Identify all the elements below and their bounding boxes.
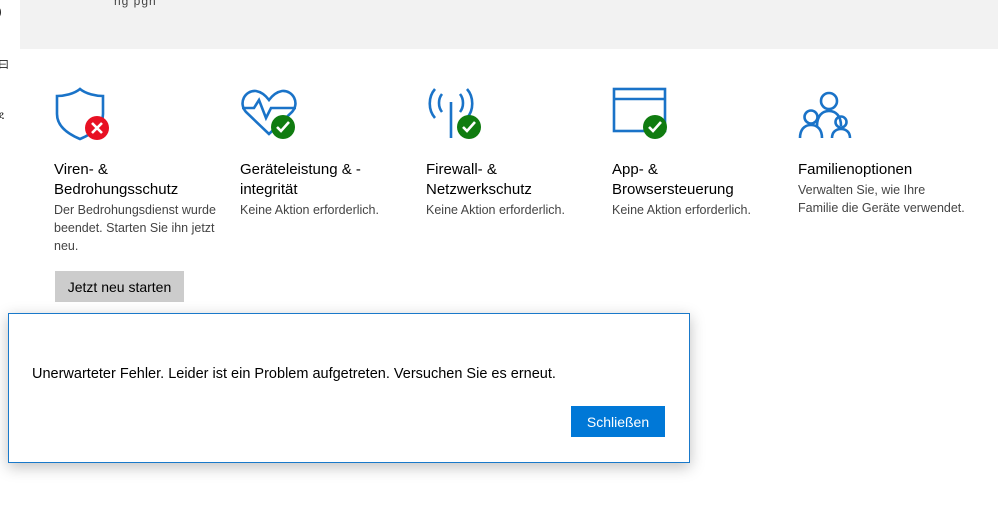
tile-description: Der Bedrohungsdienst wurde beendet. Star… (54, 203, 216, 253)
tile-device-performance[interactable]: Geräteleistung & -integrität Keine Aktio… (240, 86, 410, 219)
shield-icon (54, 86, 114, 142)
tile-description: Keine Aktion erforderlich. (612, 203, 751, 217)
tile-firewall-network[interactable]: Firewall- & Netzwerkschutz Keine Aktion … (426, 86, 596, 219)
nav-glyph[interactable]: ደ (0, 110, 4, 123)
restart-now-button[interactable]: Jetzt neu starten (55, 271, 184, 302)
tile-title: Firewall- & Netzwerkschutz (426, 161, 532, 198)
error-dialog: Unerwarteter Fehler. Leider ist ein Prob… (8, 313, 690, 463)
header-band: ng pgh (20, 0, 998, 49)
tile-title: Viren- & Bedrohungsschutz (54, 161, 179, 198)
heart-pulse-icon (240, 86, 300, 142)
error-message: Unerwarteter Fehler. Leider ist ein Prob… (32, 366, 556, 382)
browser-window-icon (612, 86, 672, 142)
tile-description: Keine Aktion erforderlich. (426, 203, 565, 217)
tile-virus-threat-protection[interactable]: Viren- & Bedrohungsschutz Der Bedrohungs… (54, 86, 224, 255)
tile-description: Keine Aktion erforderlich. (240, 203, 379, 217)
antenna-icon (426, 86, 486, 142)
nav-glyph[interactable]: ) (0, 6, 2, 18)
tile-title: App- & Browsersteuerung (612, 161, 734, 198)
tile-app-browser-control[interactable]: App- & Browsersteuerung Keine Aktion erf… (612, 86, 782, 219)
tile-description: Verwalten Sie, wie Ihre Familie die Gerä… (798, 183, 965, 215)
tile-title: Geräteleistung & -integrität (240, 161, 361, 198)
close-button[interactable]: Schließen (571, 406, 665, 437)
tile-family-options[interactable]: Familienoptionen Verwalten Sie, wie Ihre… (798, 86, 968, 217)
error-x-icon (85, 116, 109, 140)
tile-title: Familienoptionen (798, 161, 913, 178)
nav-glyph[interactable]: 曰 (0, 56, 9, 72)
check-icon (643, 115, 667, 139)
check-icon (457, 115, 481, 139)
header-partial-text: ng pgh (114, 0, 157, 8)
family-icon (798, 86, 858, 142)
check-icon (271, 115, 295, 139)
